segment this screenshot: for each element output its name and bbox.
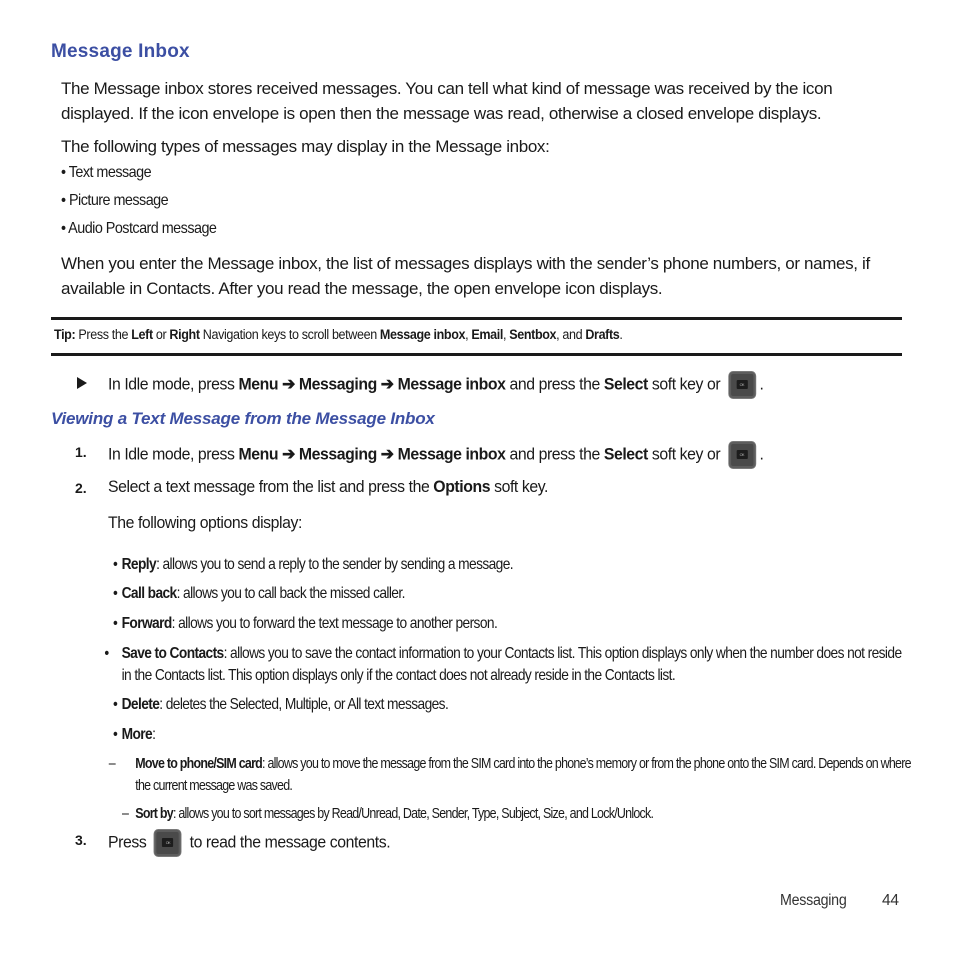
option-desc: : allows you to call back the missed cal… [176, 585, 406, 602]
tip-drafts: Drafts [585, 327, 620, 342]
list-item-text: Audio Postcard message [68, 220, 217, 237]
option-item: • Call back: allows you to call back the … [113, 585, 406, 602]
arrow-icon: ➔ [376, 374, 398, 394]
ok-key-label: OK [162, 838, 174, 847]
option-name: More [121, 726, 153, 743]
step-number: 2. [75, 480, 87, 496]
option-item: • Reply: allows you to send a reply to th… [113, 556, 514, 573]
option-desc: : allows you to save the contact informa… [121, 645, 903, 684]
step-text: and press the [505, 444, 604, 464]
options-key: Options [433, 477, 491, 496]
step-note: The following options display: [108, 513, 302, 532]
step-text: and press the [505, 374, 604, 394]
option-name: Call back [121, 585, 178, 602]
step-number: 3. [75, 832, 87, 848]
step-text: soft key. [490, 477, 549, 496]
tip-text: . [619, 327, 623, 342]
footer-chapter: Messaging [780, 892, 847, 909]
types-intro: The following types of messages may disp… [61, 137, 550, 156]
instruction-step: Press OK to read the message contents. [108, 829, 391, 857]
step-text: to read the message contents. [185, 832, 391, 852]
instruction-step: In Idle mode, press Menu ➔ Messaging ➔ M… [108, 441, 764, 469]
ok-key-icon: OK [154, 829, 182, 857]
instruction-step: Select a text message from the list and … [108, 477, 548, 497]
option-name: Delete [121, 696, 160, 713]
tip-key-right: Right [169, 327, 200, 342]
step-text: . [759, 374, 764, 394]
option-item: • More: [113, 726, 156, 743]
subsection-title: Viewing a Text Message from the Message … [51, 409, 435, 428]
step-number: 1. [75, 444, 87, 460]
step-text: Select a text message from the list and … [108, 477, 434, 496]
option-item: • Forward: allows you to forward the text… [113, 615, 498, 632]
option-desc: : allows you to sort messages by Read/Un… [172, 805, 654, 822]
option-desc: : allows you to forward the text message… [171, 615, 498, 632]
select-key: Select [603, 374, 648, 394]
tip-sentbox: Sentbox [509, 327, 557, 342]
step-text: In Idle mode, press [108, 444, 239, 464]
ok-key-icon: OK [727, 441, 756, 469]
option-name: Forward [121, 615, 173, 632]
section-title: Message Inbox [51, 41, 190, 62]
arrow-icon: ➔ [278, 374, 299, 394]
tip-inbox: Message inbox [379, 327, 466, 342]
arrow-icon: ➔ [278, 444, 299, 464]
triangle-bullet-icon [77, 377, 87, 389]
option-name: Reply [121, 556, 157, 573]
sub-option-item: – Sort by: allows you to sort messages by… [122, 805, 654, 822]
option-desc: : [152, 726, 156, 743]
tip-text: or [152, 327, 170, 342]
menu-key: Menu [238, 444, 279, 464]
divider-bottom [51, 353, 902, 356]
tip-text: , and [556, 327, 586, 342]
option-desc: : allows you to send a reply to the send… [156, 556, 514, 573]
list-item: • Text message [61, 164, 152, 181]
option-desc: : deletes the Selected, Multiple, or All… [159, 696, 449, 713]
divider-top [51, 317, 902, 320]
option-name: Save to Contacts [121, 645, 225, 662]
ok-key-label: OK [736, 380, 748, 389]
option-item: • Save to Contacts: allows you to save th… [104, 645, 903, 684]
step-text: Press [108, 832, 151, 852]
list-item-text: Picture message [68, 192, 169, 209]
step-text: soft key or [647, 374, 725, 394]
messaging-item: Messaging [298, 374, 377, 394]
messaging-item: Messaging [298, 444, 377, 464]
option-item: • Delete: deletes the Selected, Multiple,… [113, 696, 449, 713]
ok-key-icon: OK [727, 371, 756, 399]
tip-key-left: Left [131, 327, 153, 342]
page-number: 44 [882, 892, 899, 909]
tip-note: Tip: Press the Left or Right Navigation … [54, 327, 623, 342]
list-item: • Audio Postcard message [61, 220, 217, 237]
intro-paragraph: The Message inbox stores received messag… [61, 79, 833, 123]
ok-key-label: OK [736, 450, 748, 459]
tip-email: Email [471, 327, 504, 342]
instruction-step: In Idle mode, press Menu ➔ Messaging ➔ M… [108, 371, 764, 399]
enter-paragraph: When you enter the Message inbox, the li… [61, 254, 870, 298]
option-name: Move to phone/SIM card [135, 755, 263, 772]
arrow-icon: ➔ [376, 444, 398, 464]
tip-text: Navigation keys to scroll between [199, 327, 380, 342]
step-text: soft key or [647, 444, 725, 464]
tip-label: Tip: [54, 327, 76, 342]
message-inbox-item: Message inbox [397, 374, 506, 394]
sub-option-item: – Move to phone/SIM card: allows you to m… [108, 755, 912, 794]
option-name: Sort by [135, 805, 173, 822]
list-item: • Picture message [61, 192, 169, 209]
step-text: In Idle mode, press [108, 374, 239, 394]
list-item-text: Text message [68, 164, 152, 181]
tip-text: Press the [75, 327, 132, 342]
step-text: . [759, 444, 764, 464]
message-inbox-item: Message inbox [397, 444, 506, 464]
select-key: Select [603, 444, 648, 464]
menu-key: Menu [238, 374, 279, 394]
